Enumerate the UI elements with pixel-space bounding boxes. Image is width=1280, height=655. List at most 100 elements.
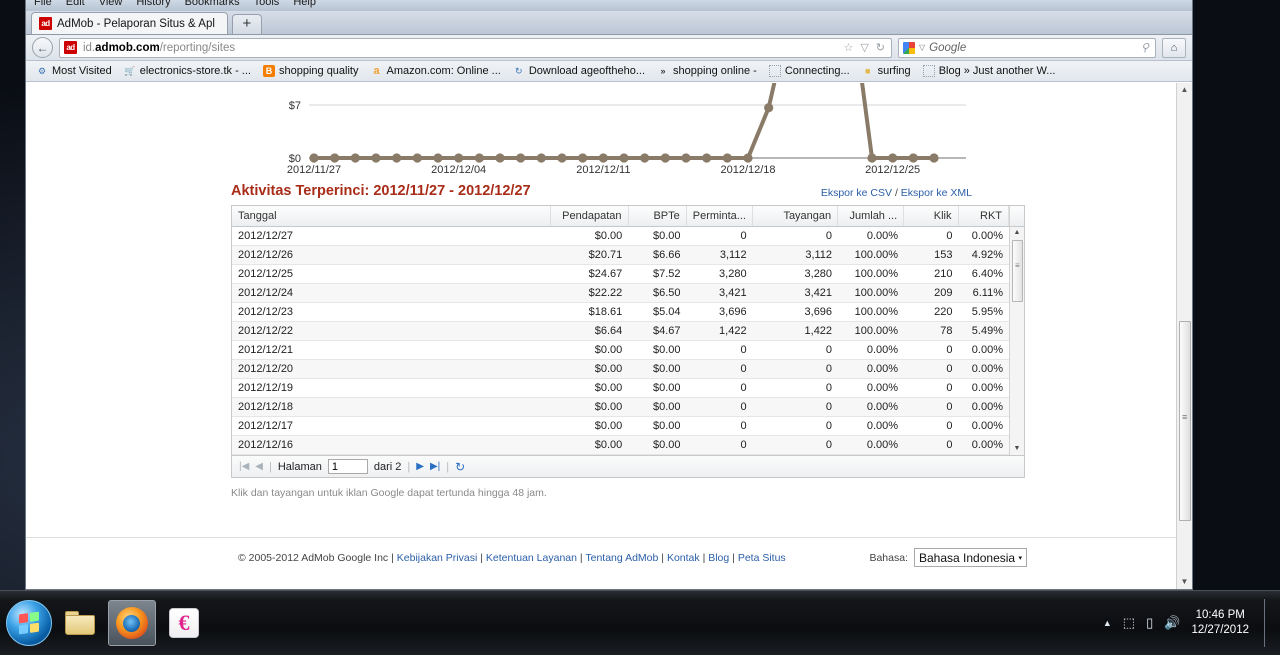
column-header[interactable]: Jumlah ...: [837, 206, 905, 227]
network-icon[interactable]: ⬚: [1123, 615, 1135, 631]
menu-bar[interactable]: File Edit View History Bookmarks Tools Help: [26, 0, 1192, 11]
bookmark-electronics-store[interactable]: 🛒 electronics-store.tk - ...: [119, 64, 256, 78]
bookmark-surfing[interactable]: ■ surfing: [857, 64, 916, 78]
chart-point[interactable]: [474, 153, 484, 163]
chart-point[interactable]: [929, 153, 939, 163]
chart-point[interactable]: [908, 153, 918, 163]
column-header[interactable]: Pendapatan: [550, 206, 629, 227]
footer-link-sitemap[interactable]: Peta Situs: [738, 552, 786, 564]
menu-tools[interactable]: Tools: [254, 0, 280, 8]
chart-point[interactable]: [350, 153, 360, 163]
bookmark-blog[interactable]: Blog » Just another W...: [918, 64, 1061, 78]
bookmark-shopping-quality[interactable]: Bshopping quality: [258, 64, 364, 78]
bookmark-connecting[interactable]: Connecting...: [764, 64, 855, 78]
chart-point[interactable]: [433, 153, 443, 163]
taskbar-firefox-button[interactable]: [108, 600, 156, 646]
chart-point[interactable]: [516, 153, 526, 163]
start-button[interactable]: [6, 600, 52, 646]
column-header[interactable]: Klik: [903, 206, 959, 227]
page-number-input[interactable]: [327, 459, 368, 474]
menu-view[interactable]: View: [99, 0, 123, 8]
menu-history[interactable]: History: [136, 0, 170, 8]
reload-icon[interactable]: ↻: [876, 41, 885, 54]
scroll-up-icon[interactable]: ▲: [1014, 229, 1021, 237]
table-row[interactable]: 2012/12/18 $0.00 $0.00 0 0 0.00% 0 0.00%: [232, 397, 1009, 417]
table-header-row[interactable]: Tanggal Pendapatan BPTe Perminta... Tayangan…: [232, 206, 1009, 227]
bookmark-amazon[interactable]: a Amazon.com: Online ...: [366, 64, 506, 78]
chart-point[interactable]: [619, 153, 629, 163]
menu-bar-items[interactable]: File Edit View History Bookmarks Tools Help: [34, 0, 330, 8]
bookmark-most-visited[interactable]: ⚙ Most Visited: [31, 64, 117, 78]
chart-point[interactable]: [598, 153, 608, 163]
export-csv-link[interactable]: Ekspor ke CSV: [821, 187, 892, 199]
table-row[interactable]: 2012/12/19 $0.00 $0.00 0 0 0.00% 0 0.00%: [232, 378, 1009, 398]
menu-edit[interactable]: Edit: [66, 0, 85, 8]
column-header[interactable]: Perminta...: [686, 206, 753, 227]
chart-point[interactable]: [702, 153, 712, 163]
chart-point[interactable]: [764, 103, 774, 113]
bookmark-star-icon[interactable]: ☆: [843, 41, 853, 54]
column-header[interactable]: Tanggal: [232, 206, 551, 227]
chart-point[interactable]: [330, 153, 340, 163]
home-button-icon[interactable]: ⌂: [1162, 37, 1186, 58]
footer-link-blog[interactable]: Blog: [708, 552, 729, 564]
chart-point[interactable]: [743, 153, 753, 163]
bookmark-download-ageofthehorde[interactable]: ↻ Download ageoftheho...: [508, 64, 650, 78]
volume-icon[interactable]: 🔊: [1164, 615, 1180, 631]
table-row[interactable]: 2012/12/22 $6.64 $4.67 1,422 1,422 100.00% 78 5…: [232, 321, 1009, 341]
next-page-button[interactable]: ▶: [416, 461, 424, 472]
tray-expand-icon[interactable]: ▲: [1103, 618, 1112, 628]
chart-point[interactable]: [722, 153, 732, 163]
refresh-icon[interactable]: ↻: [455, 460, 465, 474]
tab-admob[interactable]: ad AdMob - Pelaporan Situs & Apl: [31, 12, 228, 34]
chart-point[interactable]: [371, 153, 381, 163]
table-row[interactable]: 2012/12/27 $0.00 $0.00 0 0 0.00% 0 0.00%: [232, 227, 1009, 246]
new-tab-button[interactable]: +: [231, 14, 262, 34]
menu-bookmarks[interactable]: Bookmarks: [185, 0, 240, 8]
export-xml-link[interactable]: Ekspor ke XML: [901, 187, 972, 199]
chart-point[interactable]: [640, 153, 650, 163]
chart-point[interactable]: [412, 153, 422, 163]
url-bar[interactable]: ad id.admob.com/reporting/sites ☆ ▽ ↻: [59, 37, 892, 58]
table-row[interactable]: 2012/12/25 $24.67 $7.52 3,280 3,280 100.00% 21…: [232, 264, 1009, 284]
show-desktop-button[interactable]: [1264, 599, 1274, 647]
page-scrollbar-thumb[interactable]: [1179, 321, 1191, 521]
chart-point[interactable]: [454, 153, 464, 163]
chart-point[interactable]: [578, 153, 588, 163]
table-row[interactable]: 2012/12/23 $18.61 $5.04 3,696 3,696 100.00% 22…: [232, 302, 1009, 322]
clock[interactable]: 10:46 PM 12/27/2012: [1191, 608, 1249, 638]
chevron-down-icon[interactable]: ▽: [860, 41, 868, 54]
footer-link-privacy[interactable]: Kebijakan Privasi: [397, 552, 478, 564]
table-row[interactable]: 2012/12/20 $0.00 $0.00 0 0 0.00% 0 0.00%: [232, 359, 1009, 379]
search-bar[interactable]: ▽ Google ⚲: [898, 37, 1156, 58]
search-icon[interactable]: ⚲: [1141, 41, 1149, 54]
footer-link-about[interactable]: Tentang AdMob: [585, 552, 658, 564]
table-row[interactable]: 2012/12/26 $20.71 $6.66 3,112 3,112 100.00% 15…: [232, 245, 1009, 265]
back-button-icon[interactable]: ←: [32, 37, 53, 58]
chart-point[interactable]: [888, 153, 898, 163]
column-header[interactable]: BPTe: [628, 206, 687, 227]
menu-help[interactable]: Help: [293, 0, 316, 8]
bookmark-shopping-online[interactable]: » shopping online -: [652, 64, 762, 78]
search-dropdown-icon[interactable]: ▽: [919, 43, 925, 52]
page-scroll-down-icon[interactable]: ▼: [1181, 575, 1189, 589]
chart-point[interactable]: [557, 153, 567, 163]
menu-file[interactable]: File: [34, 0, 52, 8]
chart-point[interactable]: [536, 153, 546, 163]
chart-point[interactable]: [495, 153, 505, 163]
chart-point[interactable]: [681, 153, 691, 163]
table-scrollbar-thumb[interactable]: [1012, 240, 1023, 302]
scroll-down-icon[interactable]: ▼: [1014, 445, 1021, 453]
chart-point[interactable]: [660, 153, 670, 163]
footer-link-terms[interactable]: Ketentuan Layanan: [486, 552, 577, 564]
table-row[interactable]: 2012/12/16 $0.00 $0.00 0 0 0.00% 0 0.00%: [232, 435, 1009, 455]
page-scroll-up-icon[interactable]: ▲: [1181, 83, 1189, 97]
language-select[interactable]: Bahasa Indonesia ▾: [914, 548, 1027, 567]
page-scrollbar[interactable]: ▲ ▼: [1176, 83, 1192, 589]
chart-point[interactable]: [309, 153, 319, 163]
table-row[interactable]: 2012/12/24 $22.22 $6.50 3,421 3,421 100.00% 20…: [232, 283, 1009, 303]
footer-link-contact[interactable]: Kontak: [667, 552, 700, 564]
device-icon[interactable]: ▯: [1146, 615, 1153, 631]
taskbar-pink-app-button[interactable]: €: [160, 600, 208, 646]
table-row[interactable]: 2012/12/17 $0.00 $0.00 0 0 0.00% 0 0.00%: [232, 416, 1009, 436]
